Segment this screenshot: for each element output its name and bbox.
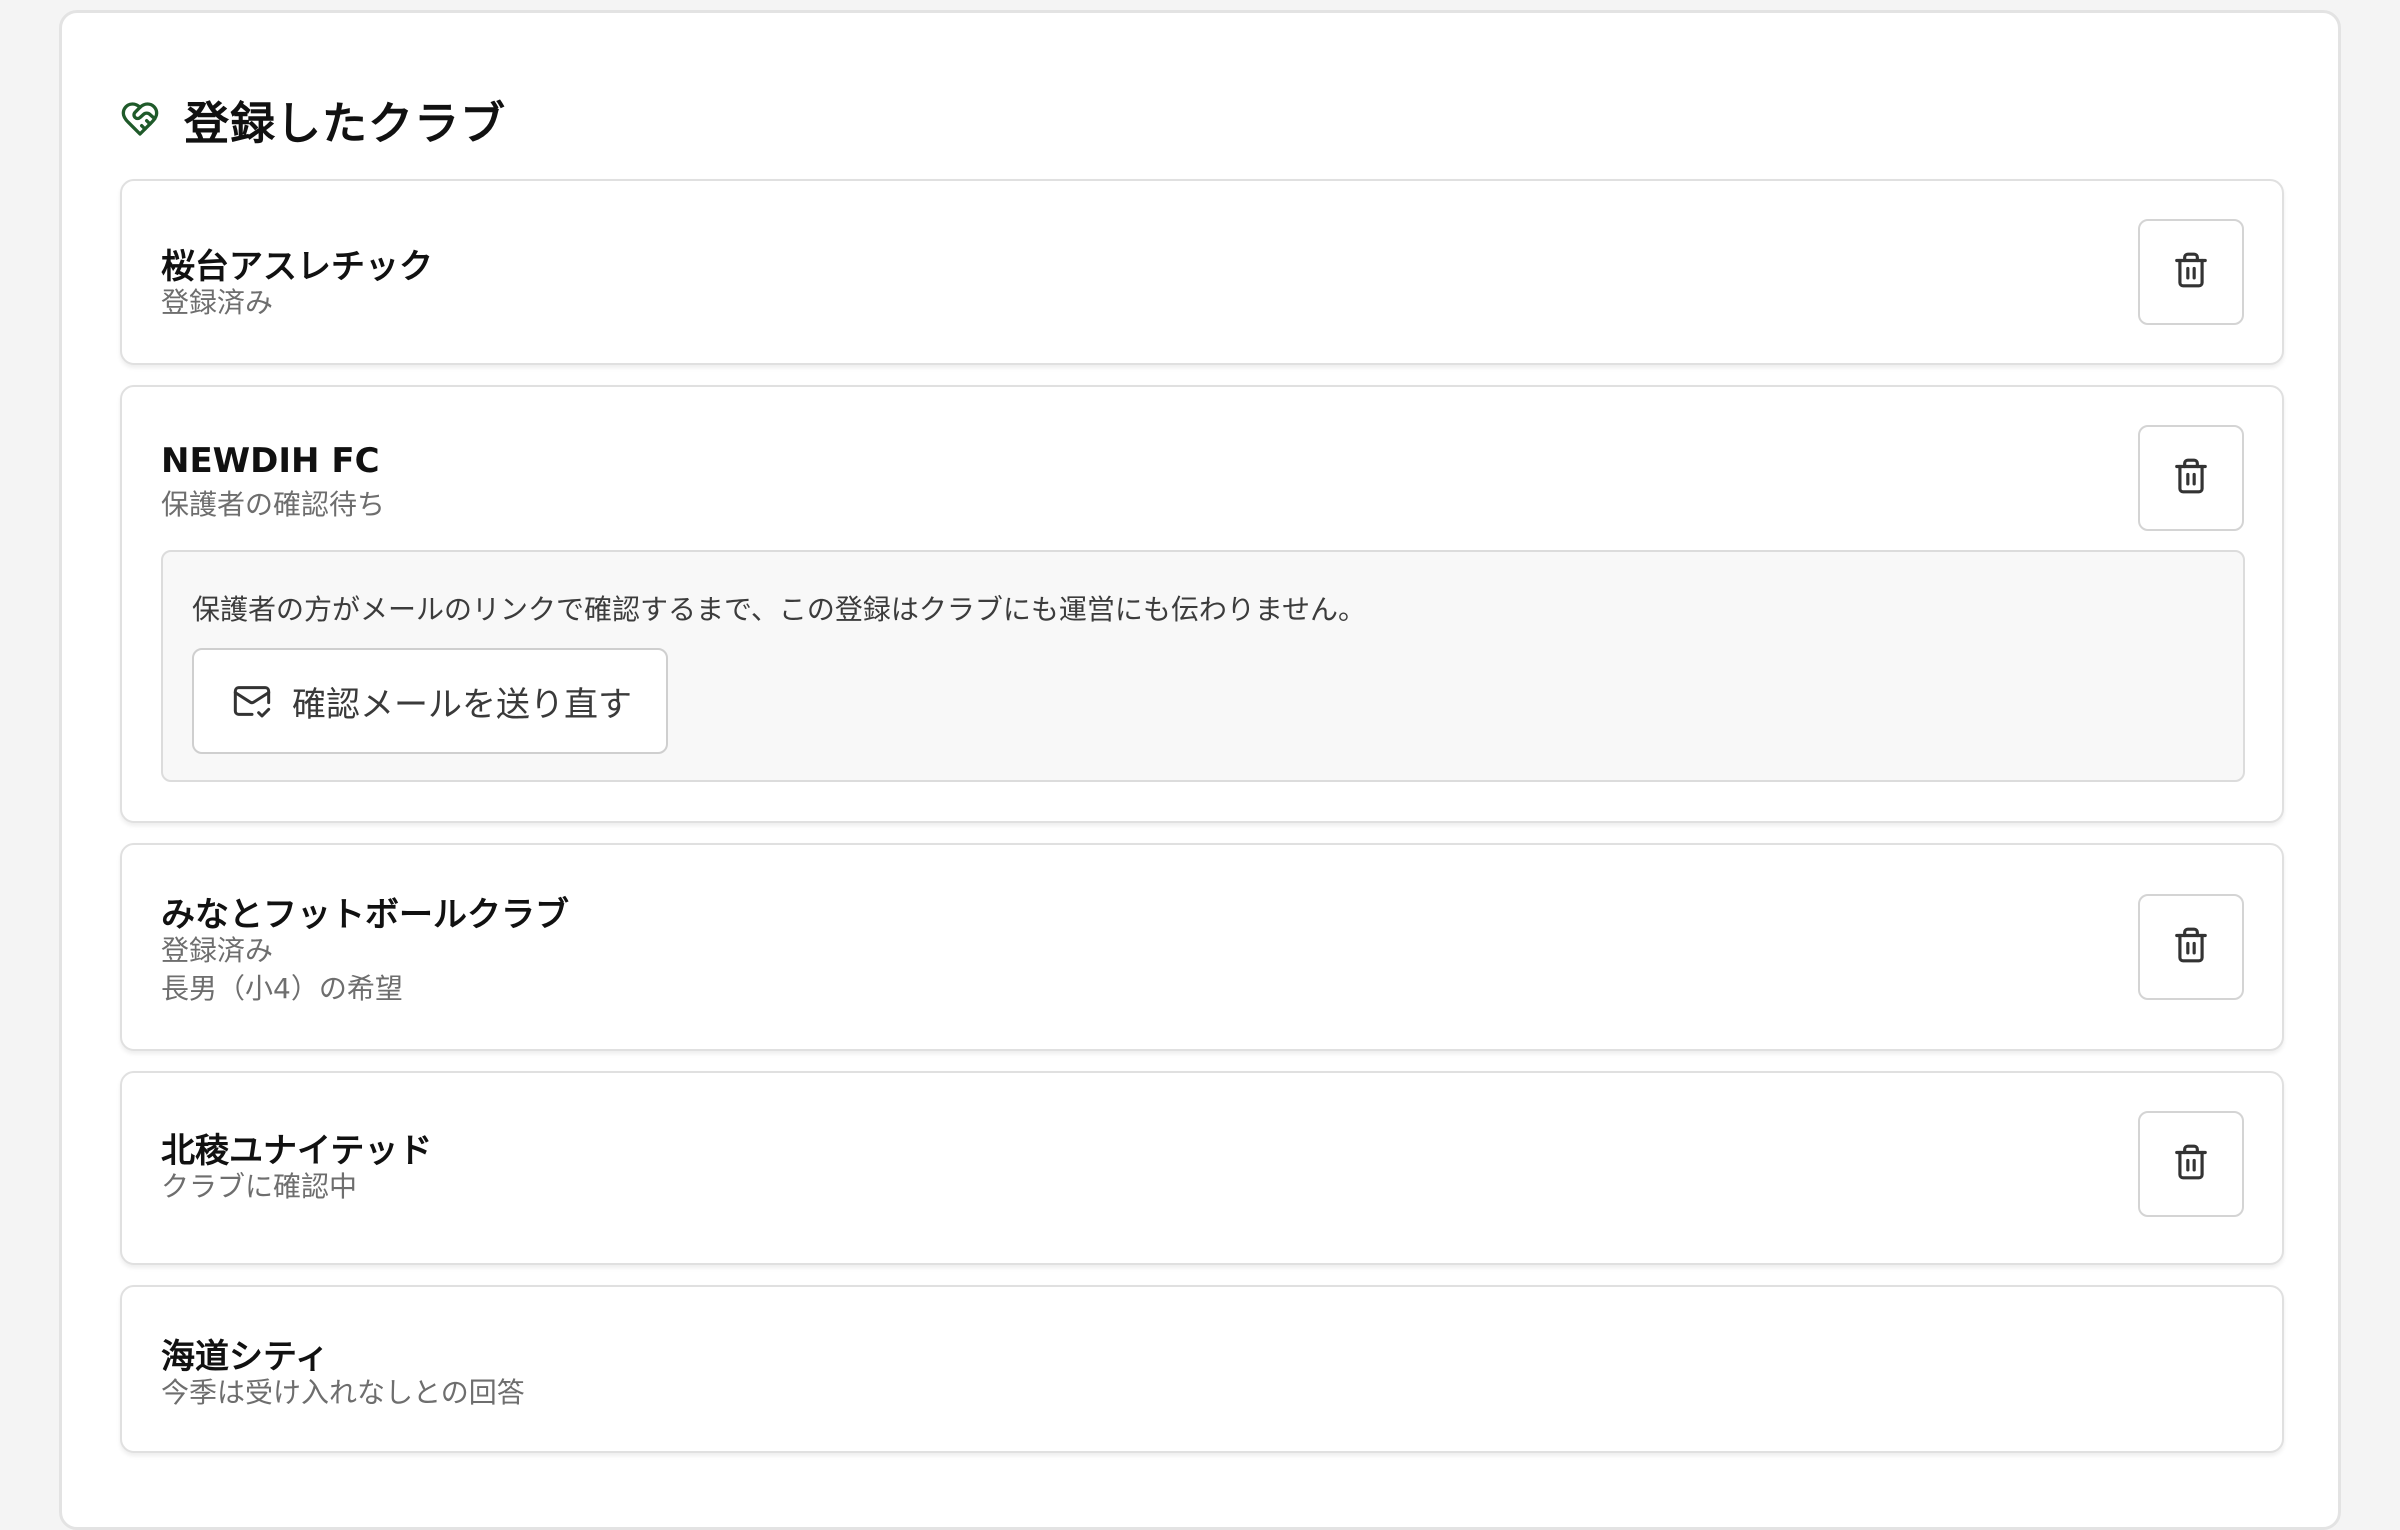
club-card: 北稜ユナイテッド クラブに確認中 bbox=[120, 1071, 2284, 1265]
club-status: 今季は受け入れなしとの回答 bbox=[161, 1376, 525, 1409]
club-name: NEWDIH FC bbox=[161, 441, 380, 481]
trash-icon bbox=[2172, 926, 2210, 968]
delete-club-button[interactable] bbox=[2138, 425, 2244, 531]
trash-icon bbox=[2172, 251, 2210, 293]
club-status: 保護者の確認待ち bbox=[161, 488, 386, 521]
delete-club-button[interactable] bbox=[2138, 894, 2244, 1000]
club-card: 桜台アスレチック 登録済み bbox=[120, 179, 2284, 365]
club-note: 長男（小4）の希望 bbox=[161, 972, 403, 1005]
notice-text: 保護者の方がメールのリンクで確認するまで、この登録はクラブにも運営にも伝わりませ… bbox=[192, 593, 1367, 626]
resend-confirmation-email-button[interactable]: 確認メールを送り直す bbox=[192, 648, 668, 754]
heart-handshake-icon bbox=[120, 99, 160, 139]
club-card: みなとフットボールクラブ 登録済み 長男（小4）の希望 bbox=[120, 843, 2284, 1051]
club-card: NEWDIH FC 保護者の確認待ち 保護者の方がメールのリンクで確認するまで、… bbox=[120, 385, 2284, 823]
club-card: 海道シティ 今季は受け入れなしとの回答 bbox=[120, 1285, 2284, 1453]
registered-clubs-panel: 登録したクラブ 桜台アスレチック 登録済み NEWDIH FC 保護者の確認待ち… bbox=[59, 10, 2341, 1530]
trash-icon bbox=[2172, 457, 2210, 499]
delete-club-button[interactable] bbox=[2138, 219, 2244, 325]
delete-club-button[interactable] bbox=[2138, 1111, 2244, 1217]
club-status: 登録済み bbox=[161, 934, 274, 967]
club-status: 登録済み bbox=[161, 286, 274, 319]
trash-icon bbox=[2172, 1143, 2210, 1185]
guardian-confirmation-notice: 保護者の方がメールのリンクで確認するまで、この登録はクラブにも運営にも伝わりませ… bbox=[161, 550, 2245, 782]
section-title: 登録したクラブ bbox=[184, 96, 507, 150]
mail-check-icon bbox=[232, 681, 272, 721]
resend-label: 確認メールを送り直す bbox=[292, 684, 632, 725]
section-header: 登録したクラブ bbox=[120, 79, 506, 159]
club-status: クラブに確認中 bbox=[161, 1170, 358, 1203]
